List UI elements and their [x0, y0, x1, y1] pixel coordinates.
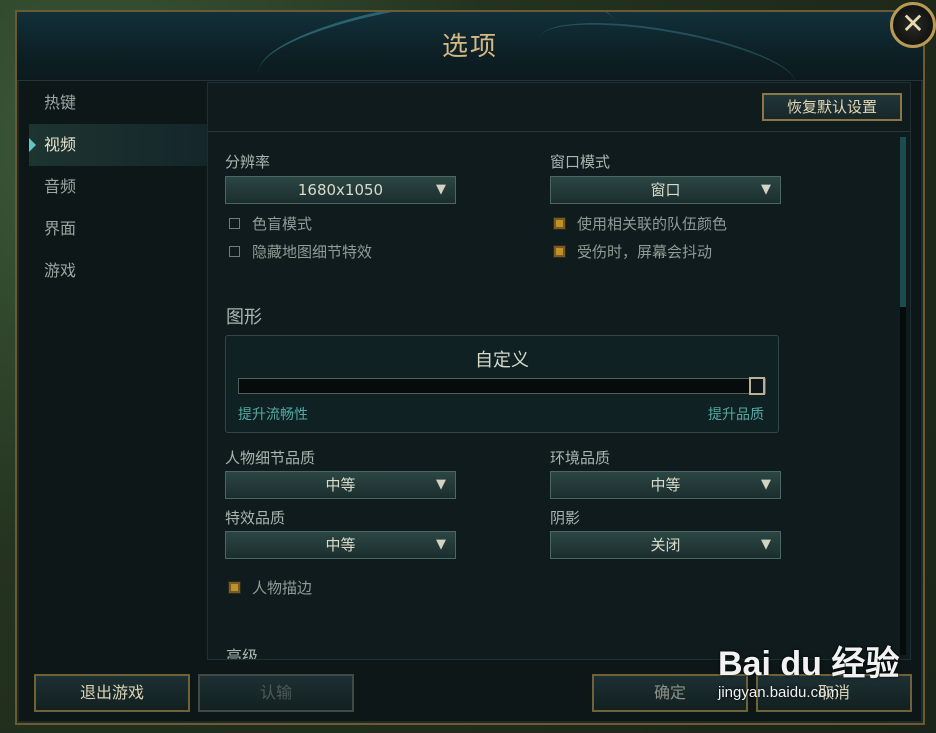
window-mode-value: 窗口: [650, 181, 681, 199]
shadows-dropdown[interactable]: 关闭 ▼: [550, 531, 781, 559]
sidebar-item-interface[interactable]: 界面: [29, 208, 207, 250]
resolution-value: 1680x1050: [297, 181, 384, 199]
reset-defaults-button[interactable]: 恢复默认设置: [762, 93, 902, 121]
effects-quality-value: 中等: [325, 536, 356, 554]
environment-quality-value: 中等: [650, 476, 681, 494]
graphics-preset-panel: 自定义 提升流畅性 提升品质: [225, 335, 779, 433]
window-mode-label: 窗口模式: [550, 153, 611, 171]
resolution-label: 分辨率: [225, 153, 271, 171]
sidebar-item-audio[interactable]: 音频: [29, 166, 207, 208]
sidebar-item-video[interactable]: 视频: [29, 124, 207, 166]
triangle-down-icon: ▼: [436, 477, 446, 492]
baidu-watermark: Bai du 经验 jingyan.baidu.com: [718, 634, 918, 714]
title-bar: 选项: [17, 12, 923, 81]
team-colors-checkbox[interactable]: [554, 218, 565, 229]
close-icon[interactable]: ✕: [890, 2, 936, 48]
exit-game-button[interactable]: 退出游戏: [34, 674, 190, 712]
effects-quality-dropdown[interactable]: 中等 ▼: [225, 531, 456, 559]
triangle-down-icon: ▼: [761, 477, 771, 492]
watermark-brand: Bai du 经验: [718, 645, 900, 683]
effects-quality-label: 特效品质: [225, 509, 286, 527]
character-quality-dropdown[interactable]: 中等 ▼: [225, 471, 456, 499]
team-colors-label: 使用相关联的队伍颜色: [577, 215, 728, 233]
triangle-down-icon: ▼: [761, 537, 771, 552]
sidebar-item-hotkeys[interactable]: 热键: [29, 82, 207, 124]
sidebar-item-label: 游戏: [44, 261, 77, 280]
character-quality-value: 中等: [325, 476, 356, 494]
graphics-section-title: 图形: [226, 307, 262, 328]
sidebar-item-label: 界面: [44, 219, 77, 238]
environment-quality-label: 环境品质: [550, 449, 611, 467]
advanced-section-title: 高级: [226, 647, 259, 660]
shadows-value: 关闭: [650, 536, 681, 554]
slider-left-label: 提升流畅性: [238, 407, 308, 423]
panel-header: 恢复默认设置: [208, 83, 910, 132]
resolution-dropdown[interactable]: 1680x1050 ▼: [225, 176, 456, 204]
colorblind-checkbox[interactable]: [229, 218, 240, 229]
sidebar: 热键 视频 音频 界面 游戏: [29, 82, 207, 292]
shadows-label: 阴影: [550, 509, 581, 527]
colorblind-label: 色盲模式: [252, 215, 313, 233]
watermark-url: jingyan.baidu.com: [718, 684, 839, 701]
graphics-quality-slider[interactable]: [238, 377, 766, 395]
surrender-button[interactable]: 认输: [198, 674, 354, 712]
options-dialog: 选项 热键 视频 音频 界面 游戏 恢复默认设置 分辨率 1680x1050 ▼…: [15, 10, 925, 725]
hide-map-detail-label: 隐藏地图细节特效: [252, 243, 373, 261]
sidebar-item-label: 音频: [44, 177, 77, 196]
character-outline-label: 人物描边: [252, 579, 313, 597]
screen-shake-label: 受伤时，屏幕会抖动: [577, 243, 713, 261]
triangle-down-icon: ▼: [761, 182, 771, 197]
graphics-preset-label: 自定义: [475, 350, 529, 371]
scrollbar-thumb[interactable]: [900, 137, 906, 307]
character-quality-label: 人物细节品质: [225, 449, 316, 467]
screen-shake-checkbox[interactable]: [554, 246, 565, 257]
dialog-title: 选项: [441, 32, 498, 62]
character-outline-checkbox[interactable]: [229, 582, 240, 593]
window-mode-dropdown[interactable]: 窗口 ▼: [550, 176, 781, 204]
hide-map-detail-checkbox[interactable]: [229, 246, 240, 257]
triangle-down-icon: ▼: [436, 537, 446, 552]
scrollbar[interactable]: [900, 137, 906, 655]
sidebar-item-label: 热键: [44, 93, 77, 112]
sidebar-item-game[interactable]: 游戏: [29, 250, 207, 292]
sidebar-item-label: 视频: [44, 135, 77, 154]
environment-quality-dropdown[interactable]: 中等 ▼: [550, 471, 781, 499]
slider-right-label: 提升品质: [708, 407, 764, 423]
triangle-down-icon: ▼: [436, 182, 446, 197]
settings-panel: 恢复默认设置 分辨率 1680x1050 ▼ 窗口模式 窗口 ▼ 色盲模式 隐藏…: [207, 82, 911, 660]
slider-handle[interactable]: [749, 377, 765, 395]
